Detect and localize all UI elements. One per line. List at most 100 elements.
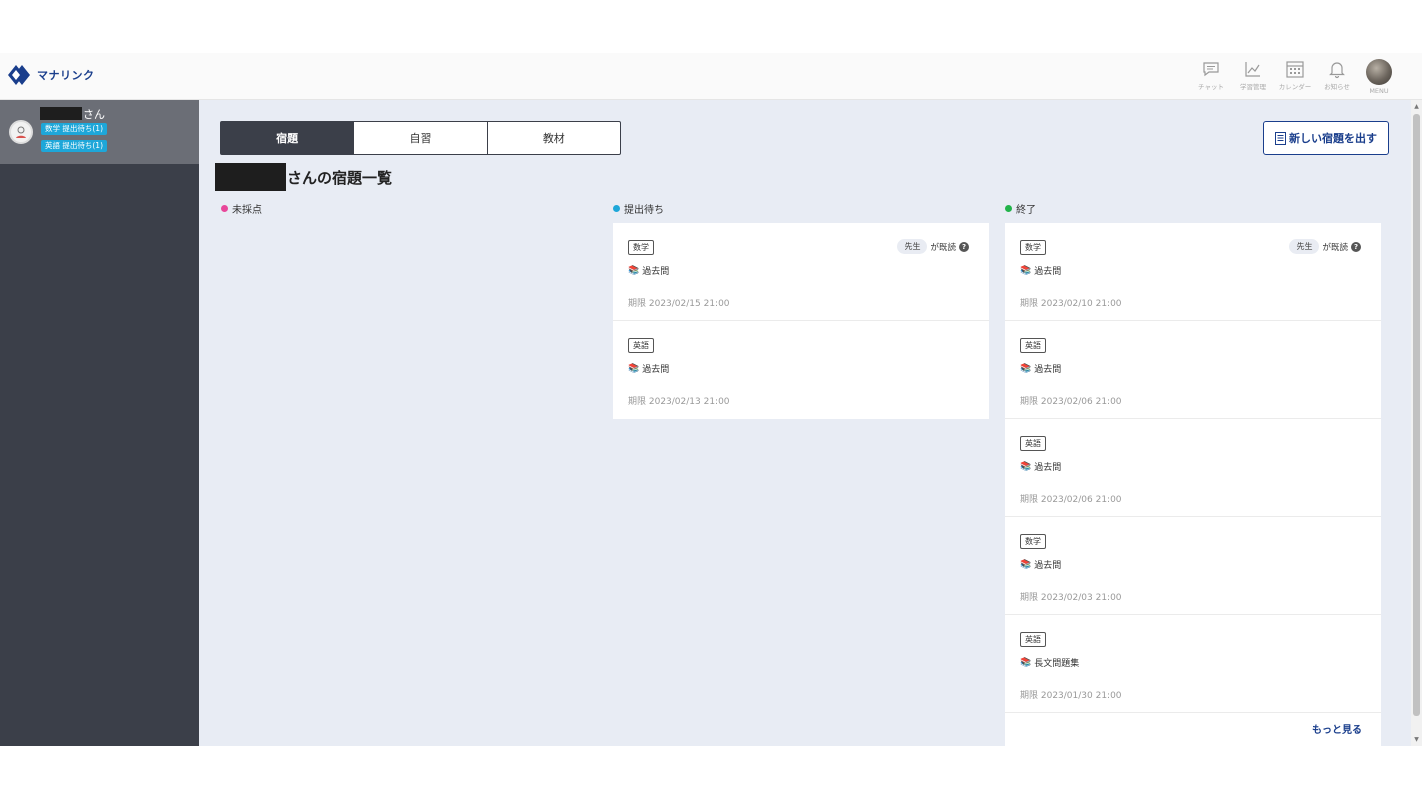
column-title: 提出待ち [624,205,664,216]
homework-card[interactable]: 英語 📚 過去問 期限 2023/02/06 21:00 [1005,419,1381,517]
sidebar-student-item[interactable]: さん 数学 提出待ち(1) 英語 提出待ち(1) [0,100,199,164]
student-name-redacted [40,107,82,120]
page-scrollbar[interactable]: ▲ ▼ [1411,100,1422,746]
status-dot [1005,205,1012,212]
nav-chat-label: チャット [1198,83,1224,91]
homework-card[interactable]: 英語 📚 過去問 期限 2023/02/06 21:00 [1005,321,1381,419]
column-title: 未採点 [232,205,262,216]
deadline: 期限 2023/01/30 21:00 [1020,691,1122,701]
material-label: 過去問 [642,365,670,375]
document-icon [1275,131,1286,145]
material-label: 過去問 [1034,561,1062,571]
header-nav: チャット 学習管理 カレンダー お知らせ MENU [1192,59,1398,95]
books-icon: 📚 [1020,559,1032,570]
tab-materials[interactable]: 教材 [488,122,620,154]
page-title-name-redacted [215,163,286,191]
column-title: 終了 [1016,205,1036,216]
nav-calendar-label: カレンダー [1278,83,1312,91]
deadline: 期限 2023/02/06 21:00 [1020,495,1122,505]
page-title: さんの宿題一覧 [287,169,393,187]
calendar-icon [1286,61,1304,78]
brand-logo[interactable]: マナリンク [8,65,95,85]
read-label: が既読 [1322,242,1348,253]
deadline: 期限 2023/02/03 21:00 [1020,593,1122,603]
nav-menu[interactable]: MENU [1360,59,1398,95]
material-label: 過去問 [1034,365,1062,375]
material-name: 📚 過去問 [628,362,670,376]
status-badge-english: 英語 提出待ち(1) [41,140,108,152]
status-badge-math: 数学 提出待ち(1) [41,123,108,135]
nav-notifications[interactable]: お知らせ [1318,59,1356,91]
column-awaiting: 数学 先生 が既読 ? 📚 過去問 期限 2023/02/15 21:00 英語… [613,223,989,419]
nav-chat[interactable]: チャット [1192,59,1230,91]
person-icon [16,126,26,138]
subject-tag: 英語 [1020,632,1046,647]
material-name: 📚 過去問 [628,264,670,278]
books-icon: 📚 [1020,265,1032,276]
subject-tag: 英語 [1020,436,1046,451]
chart-icon [1245,62,1260,77]
show-more-link[interactable]: もっと見る [1312,721,1362,736]
content-tabs: 宿題 自習 教材 [220,121,621,155]
help-icon[interactable]: ? [1351,241,1361,252]
chat-icon [1203,62,1219,77]
tab-homework[interactable]: 宿題 [221,122,355,154]
nav-notifications-label: お知らせ [1324,83,1350,91]
nav-menu-label: MENU [1369,87,1389,95]
brand-name: マナリンク [37,69,95,82]
user-avatar [1366,59,1392,85]
material-name: 📚 過去問 [1020,362,1062,376]
new-homework-button[interactable]: 新しい宿題を出す [1263,121,1389,155]
app-window: マナリンク チャット 学習管理 カレンダー お知らせ MENU さん 数学 提出… [0,53,1422,746]
scroll-thumb[interactable] [1413,114,1420,716]
material-label: 過去問 [1034,463,1062,473]
student-name-suffix: さん [83,108,105,121]
books-icon: 📚 [628,363,640,374]
read-status: 先生 が既読 ? [897,239,969,254]
homework-card[interactable]: 数学 先生 が既読 ? 📚 過去問 期限 2023/02/10 21:00 [1005,223,1381,321]
books-icon: 📚 [1020,363,1032,374]
homework-card[interactable]: 英語 📚 過去問 期限 2023/02/13 21:00 [613,321,989,419]
teacher-name: 先生 [897,239,928,254]
books-icon: 📚 [1020,461,1032,472]
help-icon[interactable]: ? [959,241,969,252]
homework-card[interactable]: 数学 先生 が既読 ? 📚 過去問 期限 2023/02/15 21:00 [613,223,989,321]
new-homework-button-label: 新しい宿題を出す [1289,132,1377,145]
brand-diamond-icon [8,65,34,85]
student-sidebar: さん 数学 提出待ち(1) 英語 提出待ち(1) [0,100,199,746]
material-name: 📚 過去問 [1020,264,1062,278]
nav-study-management-label: 学習管理 [1240,83,1266,91]
nav-calendar[interactable]: カレンダー [1276,59,1314,91]
tab-self-study[interactable]: 自習 [354,122,488,154]
homework-card[interactable]: 数学 📚 過去問 期限 2023/02/03 21:00 [1005,517,1381,615]
read-label: が既読 [930,242,956,253]
status-dot [613,205,620,212]
subject-tag: 英語 [628,338,654,353]
books-icon: 📚 [628,265,640,276]
deadline: 期限 2023/02/13 21:00 [628,397,730,407]
material-name: 📚 過去問 [1020,558,1062,572]
material-label: 過去問 [1034,267,1062,277]
deadline: 期限 2023/02/06 21:00 [1020,397,1122,407]
bell-icon [1329,62,1345,79]
books-icon: 📚 [1020,657,1032,668]
scroll-down-icon[interactable]: ▼ [1413,736,1420,743]
subject-tag: 数学 [1020,240,1046,255]
column-header-ungraded: 未採点 [221,201,262,216]
homework-card[interactable]: 英語 📚 長文問題集 期限 2023/01/30 21:00 [1005,615,1381,713]
nav-study-management[interactable]: 学習管理 [1234,59,1272,91]
status-dot [221,205,228,212]
column-header-finished: 終了 [1005,201,1036,216]
read-status: 先生 が既読 ? [1289,239,1361,254]
material-name: 📚 過去問 [1020,460,1062,474]
material-label: 過去問 [642,267,670,277]
top-header: マナリンク チャット 学習管理 カレンダー お知らせ MENU [0,53,1422,100]
column-header-awaiting: 提出待ち [613,201,664,216]
column-finished: 数学 先生 が既読 ? 📚 過去問 期限 2023/02/10 21:00 英語… [1005,223,1381,746]
subject-tag: 数学 [1020,534,1046,549]
scroll-up-icon[interactable]: ▲ [1413,103,1420,110]
material-label: 長文問題集 [1034,659,1080,669]
subject-tag: 英語 [1020,338,1046,353]
material-name: 📚 長文問題集 [1020,656,1080,670]
teacher-name: 先生 [1289,239,1320,254]
